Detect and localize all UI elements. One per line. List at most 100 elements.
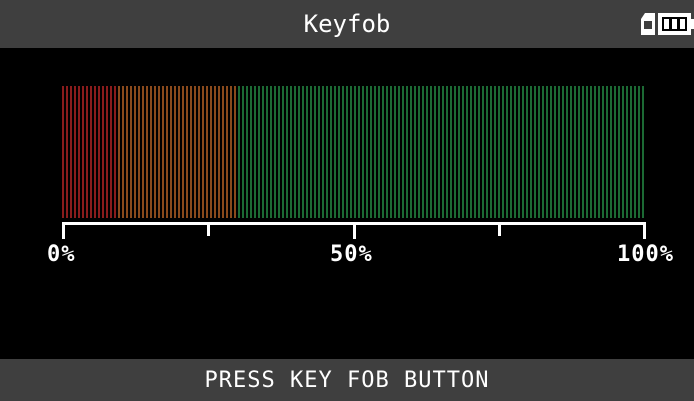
meter-bar-stripe [514,86,516,218]
meter-bar-stripe [182,86,184,218]
meter-bar-stripe [114,86,116,218]
meter-bar-stripe [446,86,448,218]
meter-bar-stripe [426,86,428,218]
meter-bar-stripe [562,86,564,218]
meter-bar-stripe [538,86,540,218]
meter-bar-stripe [622,86,624,218]
meter-bar-stripe [290,86,292,218]
meter-bar-stripe [234,86,236,218]
meter-bar-stripe [530,86,532,218]
title-bar: Keyfob [0,0,694,48]
meter-bar-stripe [142,86,144,218]
meter-bar-stripe [494,86,496,218]
meter-bar-stripe [214,86,216,218]
meter-bar-stripe [610,86,612,218]
meter-bar-stripe [126,86,128,218]
signal-meter: 0% 50% 100% [0,48,694,358]
meter-bar-stripe [82,86,84,218]
meter-bar-stripe [274,86,276,218]
signal-bar-graph [62,86,644,218]
tick-25 [207,222,210,236]
meter-bar-stripe [250,86,252,218]
meter-bar-stripe [602,86,604,218]
tick-75 [498,222,501,236]
meter-bar-stripe [410,86,412,218]
meter-bar-stripe [242,86,244,218]
meter-bar-stripe [506,86,508,218]
meter-bar-stripe [162,86,164,218]
meter-bar-stripe [186,86,188,218]
keyfob-screen: Keyfob 0% 50% 100% PRESS KEY FOB BUTTON [0,0,694,401]
meter-bar-stripe [546,86,548,218]
meter-bar-stripe [138,86,140,218]
meter-bar-stripe [534,86,536,218]
meter-bar-stripe [266,86,268,218]
meter-bar-stripe [430,86,432,218]
meter-bar-stripe [146,86,148,218]
meter-bar-stripe [278,86,280,218]
meter-bar-stripe [374,86,376,218]
meter-bar-stripe [626,86,628,218]
meter-bar-stripe [118,86,120,218]
meter-bar-stripe [638,86,640,218]
meter-bar-stripe [358,86,360,218]
meter-bar-stripe [382,86,384,218]
meter-bar-stripe [98,86,100,218]
meter-bar-stripe [414,86,416,218]
meter-bar-stripe [194,86,196,218]
tick-0 [62,222,65,239]
meter-bar-stripe [598,86,600,218]
meter-bar-stripe [486,86,488,218]
meter-bar-stripe [198,86,200,218]
meter-bar-stripe [346,86,348,218]
meter-bar-stripe [258,86,260,218]
meter-bar-stripe [586,86,588,218]
meter-bar-stripe [282,86,284,218]
battery-icon [658,13,694,35]
scale-label-0: 0% [47,242,76,267]
meter-bar-stripe [370,86,372,218]
meter-bar-stripe [62,86,64,218]
meter-bar-stripe [378,86,380,218]
meter-bar-stripe [178,86,180,218]
meter-bar-stripe [362,86,364,218]
meter-bar-stripe [350,86,352,218]
meter-bar-stripe [218,86,220,218]
meter-bar-stripe [394,86,396,218]
meter-bar-stripe [438,86,440,218]
meter-bar-stripe [94,86,96,218]
meter-bar-stripe [158,86,160,218]
meter-bar-stripe [466,86,468,218]
meter-bar-stripe [442,86,444,218]
meter-bar-stripe [618,86,620,218]
meter-bar-stripe [322,86,324,218]
meter-bar-stripe [434,86,436,218]
meter-bar-stripe [294,86,296,218]
meter-bar-stripe [90,86,92,218]
meter-bar-stripe [338,86,340,218]
meter-bar-stripe [354,86,356,218]
meter-bar-stripe [454,86,456,218]
meter-bar-stripe [498,86,500,218]
meter-bar-stripe [570,86,572,218]
meter-bar-stripe [478,86,480,218]
meter-bar-stripe [254,86,256,218]
scale-label-50: 50% [330,242,373,267]
meter-bar-stripe [102,86,104,218]
meter-bar-stripe [590,86,592,218]
meter-bar-stripe [422,86,424,218]
meter-bar-stripe [510,86,512,218]
meter-bar-stripe [202,86,204,218]
meter-bar-stripe [270,86,272,218]
screen-title: Keyfob [303,10,391,38]
meter-bar-stripe [86,86,88,218]
sd-card-icon [641,13,655,35]
meter-bar-stripe [286,86,288,218]
meter-bar-stripe [482,86,484,218]
meter-scale: 0% 50% 100% [0,222,694,282]
meter-bar-stripe [522,86,524,218]
meter-bar-stripe [566,86,568,218]
meter-bar-stripe [578,86,580,218]
meter-bar-stripe [390,86,392,218]
meter-bar-stripe [130,86,132,218]
